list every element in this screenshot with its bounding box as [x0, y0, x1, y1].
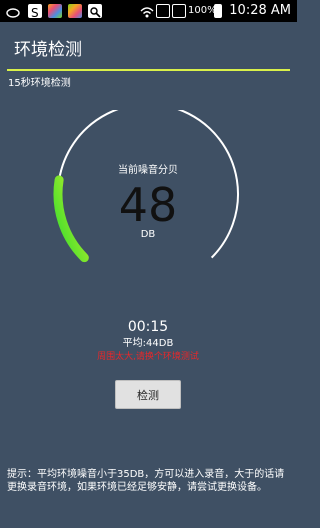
gauge-fill — [53, 175, 89, 263]
image-icon — [88, 4, 102, 18]
s-app-icon: S — [28, 4, 42, 20]
detect-button[interactable]: 检测 — [115, 380, 181, 409]
hint-text: 提示：平均环境噪音小于35DB，方可以进入录音，大于的话请更换录音环境，如果环境… — [7, 469, 285, 493]
notification-icon — [6, 4, 20, 18]
sim-icon — [172, 4, 186, 18]
decibel-value: 48 — [118, 178, 178, 232]
status-bar: S 100% 10:28 AM — [0, 0, 297, 22]
header-divider — [7, 69, 290, 71]
battery-percent: 100% — [188, 5, 217, 16]
page-title: 环境检测 — [14, 40, 82, 60]
gauge-caption: 当前噪音分贝 — [118, 165, 178, 176]
wifi-icon — [140, 4, 154, 18]
photos-icon — [48, 4, 62, 18]
svg-text:S: S — [31, 6, 39, 19]
sim-icon — [156, 4, 170, 18]
warning-message: 周围太大,请换个环境测试 — [97, 352, 199, 362]
average-decibel: 平均:44DB — [122, 338, 174, 349]
countdown-timer: 00:15 — [127, 319, 169, 335]
clock: 10:28 AM — [229, 3, 291, 18]
decibel-unit: DB — [140, 229, 156, 240]
battery-icon — [214, 4, 222, 18]
photos-icon — [68, 4, 82, 18]
section-label: 15秒环境检测 — [8, 78, 71, 89]
